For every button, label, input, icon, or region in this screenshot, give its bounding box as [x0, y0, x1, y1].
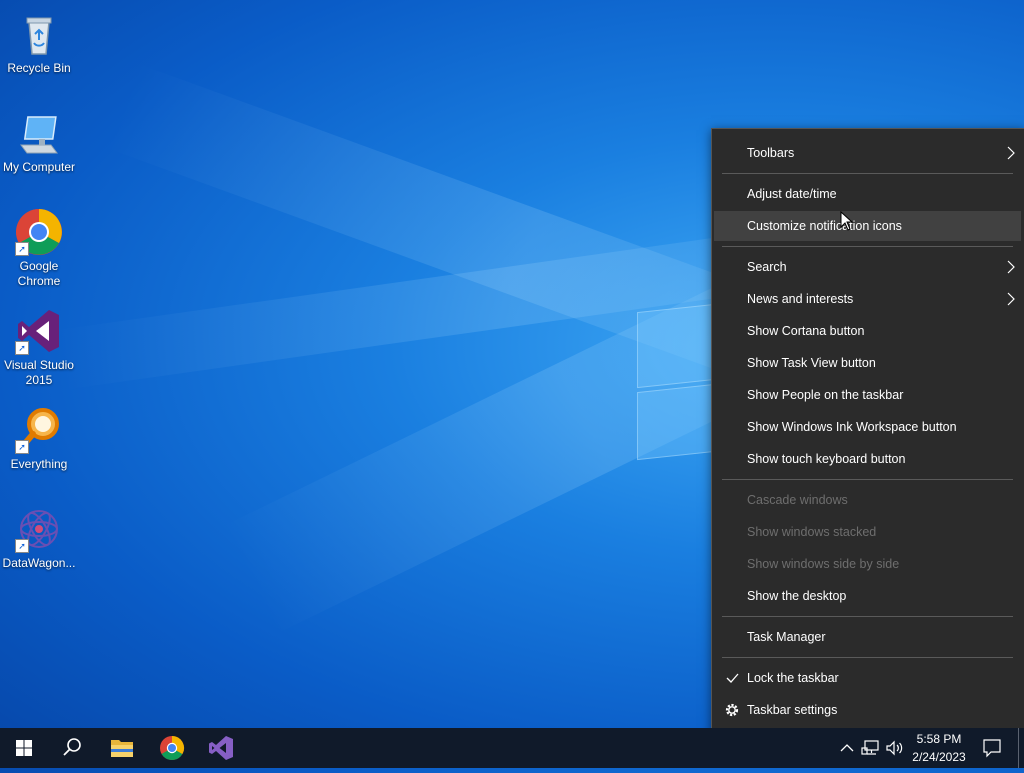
- network-icon: [861, 740, 879, 755]
- desktop-icon-my-computer[interactable]: My Computer: [0, 103, 78, 175]
- show-hidden-icons-chevron[interactable]: [838, 738, 856, 758]
- menu-item-lock-the-taskbar[interactable]: Lock the taskbar: [714, 663, 1021, 693]
- datawagon-icon: ➚: [15, 505, 63, 553]
- menu-separator: [722, 173, 1013, 174]
- visual-studio-icon: ➚: [15, 307, 63, 355]
- menu-item-toolbars[interactable]: Toolbars: [714, 138, 1021, 168]
- notification-icon: [983, 739, 1001, 758]
- desktop-icon-label: Everything: [10, 457, 68, 471]
- file-explorer-button[interactable]: [98, 728, 146, 768]
- mouse-cursor-icon: [840, 210, 854, 231]
- menu-item-taskbar-settings[interactable]: Taskbar settings: [714, 695, 1021, 725]
- menu-item-show-windows-ink[interactable]: Show Windows Ink Workspace button: [714, 412, 1021, 442]
- desktop-icon-datawagon[interactable]: ➚ DataWagon...: [0, 499, 78, 571]
- everything-search-icon: ➚: [15, 406, 63, 454]
- shortcut-arrow-icon: ➚: [15, 539, 29, 553]
- visual-studio-icon: [209, 736, 233, 760]
- chrome-icon: ➚: [15, 208, 63, 256]
- visual-studio-taskbar-button[interactable]: [197, 728, 245, 768]
- menu-separator: [722, 657, 1013, 658]
- chevron-up-icon: [840, 744, 854, 752]
- folder-icon: [111, 740, 133, 757]
- menu-item-customize-notification-icons[interactable]: Customize notification icons: [714, 211, 1021, 241]
- menu-item-show-people[interactable]: Show People on the taskbar: [714, 380, 1021, 410]
- menu-item-task-manager[interactable]: Task Manager: [714, 622, 1021, 652]
- clock-time: 5:58 PM: [916, 732, 962, 746]
- desktop-icon-google-chrome[interactable]: ➚ Google Chrome: [0, 202, 78, 289]
- desktop-icon-label: Recycle Bin: [7, 61, 71, 75]
- network-tray-button[interactable]: [860, 738, 882, 758]
- taskbar-context-menu: Toolbars Adjust date/time Customize noti…: [711, 128, 1024, 736]
- menu-item-cascade-windows: Cascade windows: [747, 493, 848, 507]
- desktop-icon-visual-studio[interactable]: ➚ Visual Studio 2015: [0, 301, 78, 388]
- chrome-icon: [160, 736, 185, 761]
- volume-tray-button[interactable]: [884, 738, 906, 758]
- recycle-bin-icon: [15, 10, 63, 58]
- menu-item-show-cortana-button[interactable]: Show Cortana button: [714, 316, 1021, 346]
- menu-item-show-windows-stacked: Show windows stacked: [747, 525, 877, 539]
- chrome-taskbar-button[interactable]: [148, 728, 196, 768]
- shortcut-arrow-icon: ➚: [15, 341, 29, 355]
- clock-button[interactable]: 5:58 PM 2/24/2023: [908, 731, 970, 767]
- desktop-icon-label: Google Chrome: [17, 259, 61, 288]
- menu-separator: [722, 479, 1013, 480]
- desktop-icon-label: My Computer: [2, 160, 76, 174]
- menu-item-adjust-date-time[interactable]: Adjust date/time: [714, 179, 1021, 209]
- start-button[interactable]: [0, 728, 48, 768]
- chevron-right-icon: [1005, 138, 1017, 168]
- menu-item-show-touch-keyboard[interactable]: Show touch keyboard button: [714, 444, 1021, 474]
- desktop-icon-label: Visual Studio 2015: [4, 358, 74, 387]
- desktop-icon-everything[interactable]: ➚ Everything: [0, 400, 78, 472]
- menu-item-show-the-desktop[interactable]: Show the desktop: [714, 581, 1021, 611]
- search-icon: [63, 738, 81, 756]
- computer-icon: [15, 109, 63, 157]
- menu-item-show-task-view-button[interactable]: Show Task View button: [714, 348, 1021, 378]
- menu-item-show-windows-side-by-side: Show windows side by side: [747, 557, 900, 571]
- checkmark-icon: [724, 663, 740, 693]
- taskbar[interactable]: 5:58 PM 2/24/2023: [0, 728, 1024, 768]
- menu-separator: [722, 616, 1013, 617]
- shortcut-arrow-icon: ➚: [15, 242, 29, 256]
- clock-date: 2/24/2023: [912, 750, 966, 764]
- speaker-icon: [886, 740, 903, 756]
- desktop-icon-recycle-bin[interactable]: Recycle Bin: [0, 4, 78, 76]
- gear-icon: [724, 695, 740, 725]
- wallpaper-logo-pane: [637, 303, 715, 389]
- search-button[interactable]: [48, 728, 96, 768]
- menu-item-search[interactable]: Search: [714, 252, 1021, 282]
- menu-separator: [722, 246, 1013, 247]
- wallpaper-logo-pane: [637, 383, 715, 461]
- chevron-right-icon: [1005, 252, 1017, 282]
- show-desktop-button[interactable]: [1018, 728, 1024, 768]
- action-center-button[interactable]: [976, 728, 1008, 768]
- desktop-icon-label: DataWagon...: [2, 556, 76, 570]
- shortcut-arrow-icon: ➚: [15, 440, 29, 454]
- windows-logo-icon: [16, 740, 32, 756]
- chevron-right-icon: [1005, 284, 1017, 314]
- menu-item-news-and-interests[interactable]: News and interests: [714, 284, 1021, 314]
